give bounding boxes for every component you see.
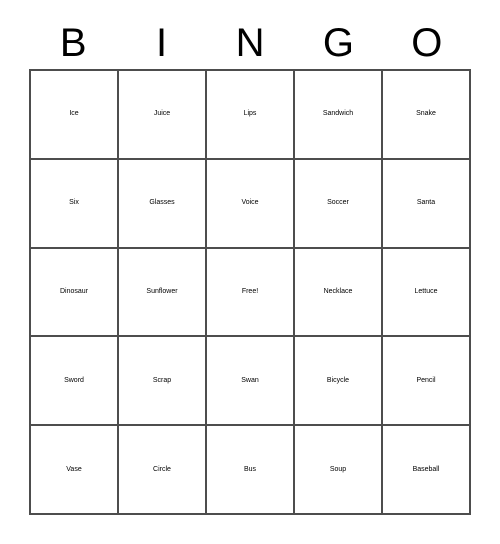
bingo-cell-label: Glasses xyxy=(149,199,175,207)
bingo-cell[interactable]: Six xyxy=(31,159,119,249)
bingo-row: Ice Juice Lips Sandwich Snake xyxy=(31,71,471,160)
bingo-row: Vase Circle Bus Soup Baseball xyxy=(31,426,471,515)
bingo-row: Dinosaur Sunflower Free! Necklace Lettuc… xyxy=(31,248,471,338)
bingo-cell[interactable]: Sunflower xyxy=(119,248,207,338)
bingo-cell[interactable]: Juice xyxy=(119,71,207,160)
bingo-cell[interactable]: Soup xyxy=(295,426,383,515)
bingo-cell-label: Sandwich xyxy=(322,110,354,118)
bingo-cell[interactable]: Lips xyxy=(207,71,295,160)
bingo-cell[interactable]: Lettuce xyxy=(383,248,471,338)
bingo-free-space-label: Free! xyxy=(241,288,259,296)
bingo-row: Six Glasses Voice Soccer Santa xyxy=(31,159,471,249)
bingo-cell[interactable]: Necklace xyxy=(295,248,383,338)
bingo-cell-label: Sunflower xyxy=(146,288,178,296)
bingo-header-row: B I N G O xyxy=(29,18,471,68)
bingo-cell[interactable]: Scrap xyxy=(119,337,207,427)
bingo-cell-free-space[interactable]: Free! xyxy=(207,248,295,338)
bingo-grid: Ice Juice Lips Sandwich Snake Six Glasse… xyxy=(29,69,471,515)
bingo-row: Sword Scrap Swan Bicycle Pencil xyxy=(31,337,471,427)
bingo-header-letter-i: I xyxy=(156,21,168,65)
bingo-cell[interactable]: Soccer xyxy=(295,159,383,249)
bingo-cell-label: Sword xyxy=(64,376,84,384)
bingo-cell-label: Lettuce xyxy=(414,288,438,296)
bingo-cell[interactable]: Sandwich xyxy=(295,71,383,160)
bingo-header-letter-o: O xyxy=(411,21,443,65)
bingo-cell-label: Soccer xyxy=(327,199,349,207)
bingo-cell-label: Bicycle xyxy=(326,376,350,384)
bingo-card: B I N G O Ice Juice Lips Sandwich Snake … xyxy=(0,0,500,544)
bingo-cell[interactable]: Swan xyxy=(207,337,295,427)
bingo-cell-label: Ice xyxy=(69,110,79,118)
bingo-cell-label: Swan xyxy=(241,376,259,384)
bingo-cell[interactable]: Bus xyxy=(207,426,295,515)
bingo-cell-label: Six xyxy=(69,199,79,207)
bingo-cell[interactable]: Bicycle xyxy=(295,337,383,427)
bingo-header-letter-g: G xyxy=(322,21,354,65)
bingo-cell[interactable]: Glasses xyxy=(119,159,207,249)
bingo-header-letter-b: B xyxy=(59,21,87,65)
bingo-cell-label: Scrap xyxy=(152,376,172,384)
bingo-cell-label: Circle xyxy=(153,465,171,473)
bingo-cell-label: Baseball xyxy=(412,465,440,473)
bingo-cell[interactable]: Pencil xyxy=(383,337,471,427)
bingo-cell[interactable]: Vase xyxy=(31,426,119,515)
bingo-cell[interactable]: Baseball xyxy=(383,426,471,515)
bingo-cell-label: Soup xyxy=(329,465,347,473)
bingo-cell-label: Bus xyxy=(243,465,257,473)
bingo-cell[interactable]: Santa xyxy=(383,159,471,249)
bingo-cell-label: Snake xyxy=(416,110,436,118)
bingo-cell-label: Dinosaur xyxy=(59,288,88,296)
bingo-cell[interactable]: Circle xyxy=(119,426,207,515)
bingo-cell[interactable]: Snake xyxy=(383,71,471,160)
bingo-cell-label: Pencil xyxy=(416,376,436,384)
bingo-cell-label: Juice xyxy=(153,110,171,118)
bingo-cell[interactable]: Voice xyxy=(207,159,295,249)
bingo-cell[interactable]: Sword xyxy=(31,337,119,427)
bingo-header-letter-n: N xyxy=(235,21,265,65)
bingo-cell[interactable]: Ice xyxy=(31,71,119,160)
bingo-cell-label: Santa xyxy=(416,199,436,207)
bingo-cell-label: Voice xyxy=(241,199,259,207)
bingo-cell-label: Lips xyxy=(243,110,257,118)
bingo-cell[interactable]: Dinosaur xyxy=(31,248,119,338)
bingo-cell-label: Vase xyxy=(66,465,82,473)
bingo-cell-label: Necklace xyxy=(323,288,353,296)
